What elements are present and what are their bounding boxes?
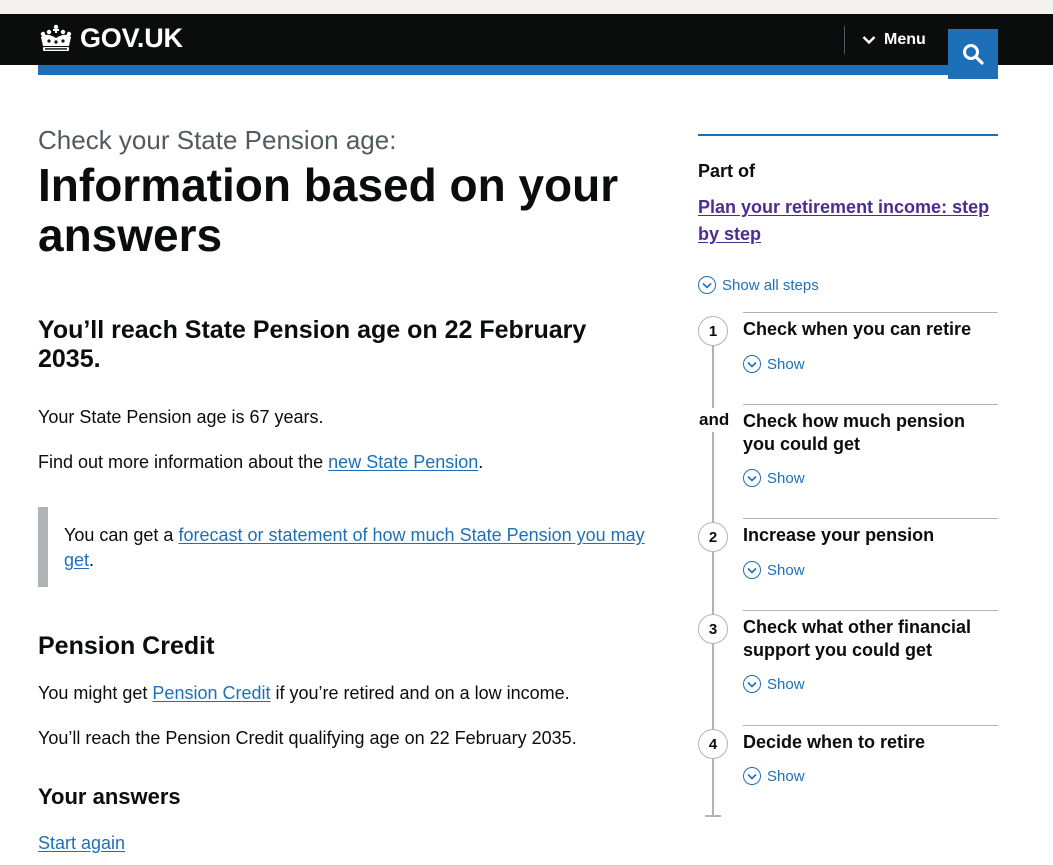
inset-paragraph: You can get a forecast or statement of h…	[64, 523, 658, 573]
more-info-prefix: Find out more information about the	[38, 452, 329, 472]
sidebar-top-rule	[698, 134, 998, 136]
inset-text: You can get a forecast or statement of h…	[38, 507, 658, 587]
logo-text: GOV.UK	[80, 23, 183, 53]
step-show-label: Show	[767, 767, 805, 785]
pension-credit-link[interactable]: Pension Credit	[152, 683, 270, 703]
step-list: 1 Check when you can retire Show and Che…	[698, 312, 998, 817]
chevron-down-circle-icon	[743, 767, 761, 785]
chevron-down-circle-icon	[743, 355, 761, 373]
crown-icon	[40, 24, 72, 51]
menu-divider	[844, 26, 845, 54]
step-divider	[743, 518, 998, 519]
start-again-paragraph: Start again	[38, 831, 658, 856]
step-number: 4	[698, 729, 728, 759]
top-strip	[0, 0, 1053, 14]
step-connector-end	[705, 815, 721, 817]
step-title[interactable]: Increase your pension	[743, 524, 998, 547]
step-and-label: and	[699, 408, 730, 432]
menu-label: Menu	[884, 31, 926, 48]
site-header: GOV.UK Menu	[0, 14, 1053, 79]
step-title[interactable]: Decide when to retire	[743, 731, 998, 754]
step-number: 2	[698, 522, 728, 552]
step-by-step-link[interactable]: Plan your retirement income: step by ste…	[698, 194, 993, 248]
pc-suffix: if you’re retired and on a low income.	[270, 683, 570, 703]
new-state-pension-link[interactable]: new State Pension	[328, 452, 478, 472]
start-again-link[interactable]: Start again	[38, 833, 125, 853]
page-caption: Check your State Pension age:	[38, 125, 397, 155]
result-heading: You’ll reach State Pension age on 22 Feb…	[38, 316, 587, 373]
part-of-label: Part of	[698, 161, 756, 181]
step-show-button[interactable]: Show	[743, 767, 805, 785]
pension-credit-paragraph: You might get Pension Credit if you’re r…	[38, 681, 658, 706]
inset-suffix: .	[89, 550, 95, 570]
more-info-suffix: .	[478, 452, 484, 472]
chevron-down-circle-icon	[698, 276, 716, 294]
show-all-steps-button[interactable]: Show all steps	[698, 276, 998, 294]
step-number: 3	[698, 614, 728, 644]
step-show-label: Show	[767, 561, 805, 579]
step-number: 1	[698, 316, 728, 346]
chevron-down-circle-icon	[743, 561, 761, 579]
step-title[interactable]: Check what other financial support you c…	[743, 616, 998, 662]
step-divider	[743, 725, 998, 726]
your-answers-heading: Your answers	[38, 784, 181, 809]
inset-prefix: You can get a	[64, 525, 179, 545]
step-divider	[743, 610, 998, 611]
step-divider	[743, 312, 998, 313]
page-title: Information based on your answers	[38, 159, 619, 261]
search-icon	[963, 44, 984, 65]
step-show-label: Show	[767, 355, 805, 373]
step-show-label: Show	[767, 675, 805, 693]
more-info-paragraph: Find out more information about the new …	[38, 450, 658, 475]
state-pension-age-text: Your State Pension age is 67 years.	[38, 407, 324, 427]
chevron-down-icon	[862, 36, 876, 45]
chevron-down-circle-icon	[743, 469, 761, 487]
step-title[interactable]: Check when you can retire	[743, 318, 998, 341]
pension-credit-heading: Pension Credit	[38, 632, 215, 660]
step-show-button[interactable]: Show	[743, 561, 805, 579]
pc-prefix: You might get	[38, 683, 153, 703]
header-blue-bar	[38, 65, 998, 75]
step-title[interactable]: Check how much pension you could get	[743, 410, 998, 456]
step-show-label: Show	[767, 469, 805, 487]
govuk-logo[interactable]: GOV.UK	[38, 23, 183, 54]
pension-credit-age-text: You’ll reach the Pension Credit qualifyi…	[38, 728, 577, 748]
step-by-step-sidebar: Part of Plan your retirement income: ste…	[698, 134, 998, 294]
menu-button[interactable]: Menu	[862, 27, 926, 53]
step-divider	[743, 404, 998, 405]
step-show-button[interactable]: Show	[743, 469, 805, 487]
step-show-button[interactable]: Show	[743, 675, 805, 693]
main-content: Check your State Pension age: Informatio…	[38, 124, 658, 856]
show-all-steps-label: Show all steps	[722, 276, 819, 294]
step-show-button[interactable]: Show	[743, 355, 805, 373]
chevron-down-circle-icon	[743, 675, 761, 693]
